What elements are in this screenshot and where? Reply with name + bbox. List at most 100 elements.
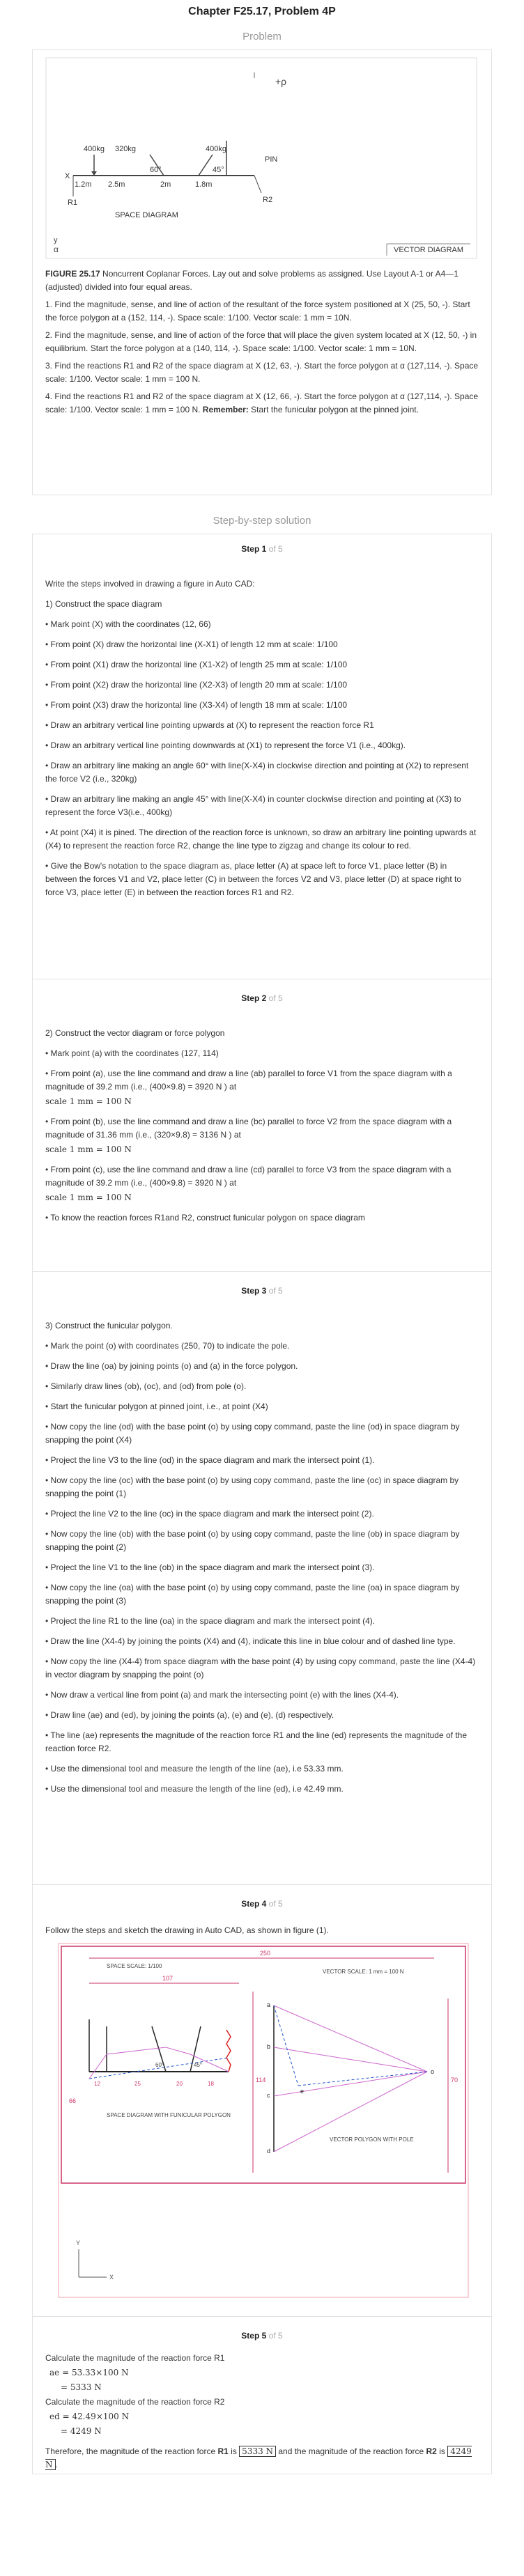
load-400-left: 400kg (84, 145, 105, 153)
problem-figure: +ρ 400kg 320kg 400kg 60° 45° PIN X 1.2m … (45, 57, 477, 259)
step-line: Calculate the magnitude of the reaction … (45, 2353, 225, 2363)
problem-item-3: 3. Find the reactions R1 and R2 of the s… (45, 361, 479, 384)
step-line: • Draw an arbitrary line making an angle… (45, 761, 469, 784)
step-line: = 5333 N (61, 2382, 102, 2392)
cad-dim-top: 250 (260, 1950, 270, 1957)
cad-dim-18: 18 (208, 2081, 214, 2087)
step-line: • Mark point (X) with the coordinates (1… (45, 619, 211, 629)
cad-label-a: a (267, 2001, 270, 2008)
step-line: Calculate the magnitude of the reaction … (45, 2397, 225, 2407)
angle-45: 45° (213, 166, 224, 174)
step-line: • Similarly draw lines (ob), (oc), and (… (45, 1381, 247, 1391)
dim-1: 1.2m (75, 180, 91, 189)
step-line: Write the steps involved in drawing a fi… (45, 579, 255, 589)
step-line: • Draw an arbitrary vertical line pointi… (45, 720, 374, 730)
step-line: • Now copy the line (oa) with the base p… (45, 1583, 460, 1606)
step-line: • Now draw a vertical line from point (a… (45, 1690, 399, 1700)
load-400-right: 400kg (206, 145, 226, 153)
step-5-heading: Step 5 of 5 (241, 2331, 283, 2341)
step-line: • From point (X) draw the horizontal lin… (45, 639, 338, 649)
step-2-heading: Step 2 of 5 (241, 993, 283, 1003)
step-3-card: Step 3 of 5 3) Construct the funicular p… (32, 1272, 492, 1885)
step-3-heading: Step 3 of 5 (241, 1286, 283, 1296)
step-line: • Now copy the line (ob) with the base p… (45, 1529, 460, 1552)
cad-label-d: d (267, 2148, 270, 2155)
step-line: • Give the Bow's notation to the space d… (45, 861, 461, 897)
cad-vector-caption: VECTOR POLYGON WITH POLE (330, 2136, 414, 2143)
dim-2: 2.5m (108, 180, 125, 189)
page-title: Chapter F25.17, Problem 4P (188, 6, 336, 17)
item4-tail: Start the funicular polygon at the pinne… (248, 405, 419, 414)
step-line: • Use the dimensional tool and measure t… (45, 1784, 344, 1794)
angle-60: 60° (150, 166, 162, 174)
step-line: scale 1 mm = 100 N (45, 1145, 132, 1154)
step-1-card: Step 1 of 5 Write the steps involved in … (32, 534, 492, 979)
step-line: Follow the steps and sketch the drawing … (45, 1925, 329, 1935)
item4-bold: Remember: (202, 405, 249, 414)
step-1-heading: Step 1 of 5 (241, 544, 283, 554)
step-line: • To know the reaction forces R1and R2, … (45, 1213, 365, 1223)
r1-result: 5333 N (239, 2446, 277, 2457)
cad-axis-y: Y (76, 2240, 80, 2247)
r1-label: R1 (68, 199, 77, 207)
step-2-card: Step 2 of 5 2) Construct the vector diag… (32, 979, 492, 1272)
problem-label: Problem (242, 31, 282, 42)
step-line: scale 1 mm = 100 N (45, 1193, 132, 1202)
caption-bold: FIGURE 25.17 (45, 269, 100, 279)
cad-label-b: b (267, 2043, 270, 2050)
cad-axis-x: X (109, 2274, 114, 2281)
conclusion: Therefore, the magnitude of the reaction… (45, 2446, 472, 2470)
step-line: • Draw an arbitrary vertical line pointi… (45, 740, 406, 750)
y-label: y (54, 236, 58, 245)
step-line: • Project the line V2 to the line (oc) i… (45, 1509, 374, 1519)
r2-label: R2 (263, 196, 272, 204)
step-line: • From point (X1) draw the horizontal li… (45, 660, 348, 669)
step-line: • Draw line (ae) and (ed), by joining th… (45, 1710, 334, 1720)
cad-angle-60: 60° (155, 2062, 164, 2068)
step-line: ae = 53.33×100 N (49, 2368, 129, 2377)
step-line: • The line (ae) represents the magnitude… (45, 1730, 468, 1753)
vector-diagram-label: VECTOR DIAGRAM (394, 246, 463, 254)
problem-item-2: 2. Find the magnitude, sense, and line o… (45, 330, 477, 353)
dim-4: 1.8m (195, 180, 212, 189)
step-line: • From point (c), use the line command a… (45, 1165, 452, 1188)
step-line: • Start the funicular polygon at pinned … (45, 1402, 268, 1411)
cad-label-e: e (300, 2088, 304, 2095)
step-line: • Draw the line (X4-4) by joining the po… (45, 1636, 456, 1646)
cad-dim-space: 107 (162, 1975, 173, 1982)
step-line: 1) Construct the space diagram (45, 599, 162, 609)
step-line: 3) Construct the funicular polygon. (45, 1321, 173, 1330)
pin-label: PIN (265, 155, 277, 164)
problem-card: +ρ 400kg 320kg 400kg 60° 45° PIN X 1.2m … (32, 49, 492, 495)
step-line: • Project the line V1 to the line (ob) i… (45, 1562, 375, 1572)
dim-3: 2m (160, 180, 171, 189)
problem-item-4: 4. Find the reactions R1 and R2 of the s… (45, 390, 479, 417)
space-diagram-label: SPACE DIAGRAM (115, 211, 178, 219)
step-line: • Draw the line (oa) by joining points (… (45, 1361, 298, 1371)
alpha-label: α (54, 245, 59, 254)
step-line: • Project the line V3 to the line (od) i… (45, 1455, 375, 1465)
figure-caption: FIGURE 25.17 Noncurrent Coplanar Forces.… (45, 267, 479, 294)
cad-dim-20: 20 (176, 2081, 183, 2087)
cad-space-scale: SPACE SCALE: 1/100 (107, 1963, 162, 1969)
cad-dim-114: 114 (256, 2077, 265, 2084)
step-line: • Now copy the line (od) with the base p… (45, 1422, 460, 1445)
step-line: • From point (X3) draw the horizontal li… (45, 700, 348, 710)
step-line: • From point (b), use the line command a… (45, 1117, 452, 1140)
pole-label: +ρ (275, 76, 286, 87)
cad-label-o: o (431, 2068, 434, 2075)
caption-text: Noncurrent Coplanar Forces. Lay out and … (45, 269, 458, 292)
x-label: X (65, 172, 70, 180)
step-line: • Use the dimensional tool and measure t… (45, 1764, 344, 1774)
step-5-card: Step 5 of 5 Calculate the magnitude of t… (32, 2317, 492, 2474)
cad-label-c: c (267, 2092, 270, 2099)
cad-vector-scale: VECTOR SCALE: 1 mm = 100 N (323, 1969, 404, 1975)
step-line: 2) Construct the vector diagram or force… (45, 1028, 225, 1038)
load-320: 320kg (115, 145, 136, 153)
step-line: • Project the line R1 to the line (oa) i… (45, 1616, 376, 1626)
problem-item-1: 1. Find the magnitude, sense, and line o… (45, 300, 470, 323)
cad-dim-66: 66 (69, 2097, 76, 2104)
step-line: • Now copy the line (oc) with the base p… (45, 1475, 459, 1498)
step-line: • Mark the point (o) with coordinates (2… (45, 1341, 290, 1351)
step-line: • Now copy the line (X4-4) from space di… (45, 1656, 476, 1679)
